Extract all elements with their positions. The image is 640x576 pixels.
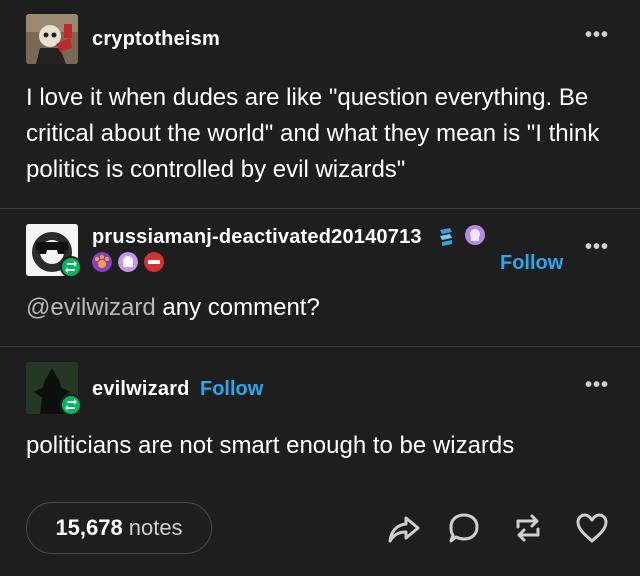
follow-button[interactable]: Follow	[500, 252, 563, 275]
avatar-cryptotheism[interactable]	[26, 14, 78, 64]
mention-link[interactable]: @evilwizard	[26, 294, 156, 321]
share-icon[interactable]	[386, 510, 422, 546]
follow-button[interactable]: Follow	[200, 378, 263, 401]
more-options-icon[interactable]: •••	[585, 24, 609, 47]
reblog-badge-icon	[60, 256, 82, 278]
post-username[interactable]: evilwizard	[92, 378, 190, 401]
reblog-badge-icon	[60, 394, 82, 416]
notes-count: 15,678	[55, 515, 123, 540]
reblog-icon[interactable]	[510, 510, 546, 546]
divider	[0, 208, 640, 209]
user-badges	[436, 224, 486, 248]
post-body: @evilwizard any comment?	[26, 290, 320, 326]
more-options-icon[interactable]: •••	[585, 236, 609, 259]
reply-icon[interactable]	[446, 510, 482, 546]
more-options-icon[interactable]: •••	[585, 374, 609, 397]
post-body: politicians are not smart enough to be w…	[26, 432, 515, 459]
notes-label: notes	[128, 515, 183, 540]
user-badges-row	[92, 252, 164, 272]
divider	[0, 346, 640, 347]
notes-button[interactable]: 15,678 notes	[26, 502, 212, 554]
post-body: I love it when dudes are like "question …	[26, 84, 600, 183]
heart-icon[interactable]	[574, 510, 610, 546]
post-username[interactable]: cryptotheism	[92, 28, 220, 51]
blue-badge-icon	[440, 228, 452, 246]
paw-badge-icon	[92, 252, 112, 272]
post-username[interactable]: prussiamanj-deactivated20140713	[92, 226, 422, 249]
post-body-text: any comment?	[155, 294, 320, 321]
red-badge-icon	[144, 252, 164, 272]
purple-badge-icon	[465, 225, 485, 245]
ghost-badge-icon	[118, 252, 138, 272]
